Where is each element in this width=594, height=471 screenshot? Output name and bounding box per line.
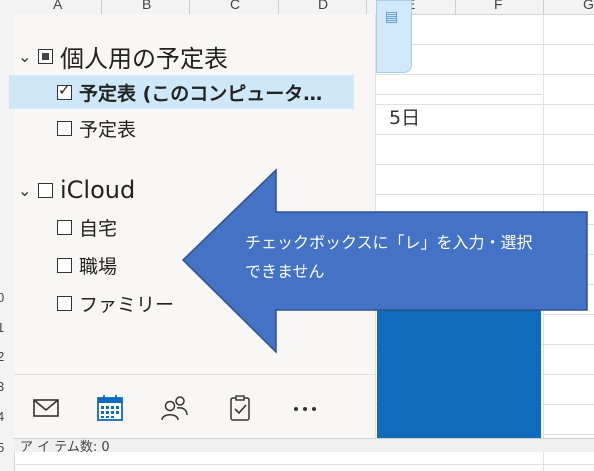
callout-text-line1: チェックボックスに「レ」を入力・選択 xyxy=(245,233,533,252)
callout-text-line2: できません xyxy=(245,262,325,281)
